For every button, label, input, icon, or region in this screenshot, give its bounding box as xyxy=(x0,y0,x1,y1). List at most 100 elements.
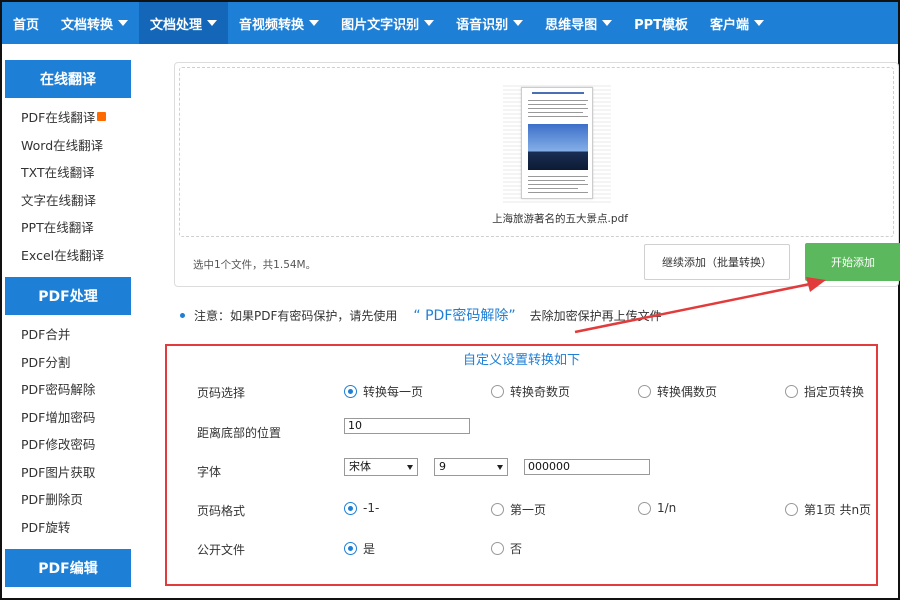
radio-label: 转换偶数页 xyxy=(657,385,718,399)
radio-label: 1/n xyxy=(657,501,677,515)
radio-unchecked-icon xyxy=(785,385,798,398)
sidebar-section-pdf[interactable]: PDF处理 xyxy=(5,277,131,315)
public-file-label: 公开文件 xyxy=(197,543,246,557)
sidebar-list-pdf: PDF合并 PDF分割 PDF密码解除 PDF增加密码 PDF修改密码 PDF图… xyxy=(5,315,131,549)
preview-text-line xyxy=(528,192,588,193)
chevron-down-icon xyxy=(207,20,218,26)
hot-badge-icon xyxy=(97,112,107,121)
radio-unchecked-icon xyxy=(491,385,504,398)
sidebar-item-pdf-rotate[interactable]: PDF旋转 xyxy=(21,514,131,542)
file-thumbnail[interactable] xyxy=(503,83,611,203)
sidebar-section-translate[interactable]: 在线翻译 xyxy=(5,60,131,98)
font-color-input[interactable]: 000000 xyxy=(524,459,650,475)
preview-text-line xyxy=(528,100,588,101)
sidebar-item-ppt-translate[interactable]: PPT在线翻译 xyxy=(21,214,131,242)
file-drop-area[interactable]: 上海旅游著名的五大景点.pdf xyxy=(179,67,894,237)
nav-doc-convert-label: 文档转换 xyxy=(61,17,114,33)
radio-checked-icon xyxy=(344,542,357,555)
dropdown-arrow-icon xyxy=(407,465,413,470)
radio-public-no[interactable]: 否 xyxy=(491,540,522,557)
radio-label: 是 xyxy=(363,542,376,556)
sidebar-item-pdf-split[interactable]: PDF分割 xyxy=(21,349,131,377)
font-size-select[interactable]: 9 xyxy=(434,458,508,476)
sidebar: 在线翻译 PDF在线翻译 Word在线翻译 TXT在线翻译 文字在线翻译 PPT… xyxy=(5,60,131,587)
nav-home-label: 首页 xyxy=(13,17,40,33)
preview-text-line xyxy=(528,104,586,105)
top-navigation: 首页 文档转换 文档处理 音视频转换 图片文字识别 语音识别 思维导图 PPT模… xyxy=(2,2,898,44)
preview-text-line xyxy=(528,184,588,185)
upload-box: 上海旅游著名的五大景点.pdf 选中1个文件，共1.54M。 继续添加（批量转换… xyxy=(174,62,900,287)
nav-client-label: 客户端 xyxy=(710,17,750,33)
bullet-icon xyxy=(180,313,185,318)
sidebar-list-translate: PDF在线翻译 Word在线翻译 TXT在线翻译 文字在线翻译 PPT在线翻译 … xyxy=(5,98,131,277)
radio-public-yes[interactable]: 是 xyxy=(344,540,375,557)
settings-title: 自定义设置转换如下 xyxy=(462,353,580,368)
font-family-select[interactable]: 宋体 xyxy=(344,458,418,476)
radio-unchecked-icon xyxy=(785,503,798,516)
sidebar-item-pdf-delete-page[interactable]: PDF删除页 xyxy=(21,486,131,514)
sidebar-item-pdf-translate[interactable]: PDF在线翻译 xyxy=(21,104,131,132)
radio-label: 指定页转换 xyxy=(804,385,865,399)
dropdown-arrow-icon xyxy=(497,465,503,470)
nav-home[interactable]: 首页 xyxy=(2,2,50,44)
start-add-button[interactable]: 开始添加 xyxy=(805,243,900,281)
sidebar-section-pdf-edit[interactable]: PDF编辑 xyxy=(5,549,131,587)
settings-panel: 自定义设置转换如下 页码选择 转换每一页 转换奇数页 转换偶数页 指定页转换 距… xyxy=(165,344,878,586)
radio-checked-icon xyxy=(344,385,357,398)
page-select-label: 页码选择 xyxy=(197,386,246,400)
preview-title-bar xyxy=(532,92,584,94)
preview-city-photo xyxy=(528,124,588,170)
nav-mindmap[interactable]: 思维导图 xyxy=(534,2,623,44)
nav-av-convert[interactable]: 音视频转换 xyxy=(228,2,330,44)
note-prefix: 注意：如果PDF有密码保护，请先使用 xyxy=(194,309,398,323)
nav-ppt-template-label: PPT模板 xyxy=(634,17,689,33)
radio-label: 转换每一页 xyxy=(363,385,424,399)
preview-text-line xyxy=(528,180,585,181)
sidebar-item-pdf-change-password[interactable]: PDF修改密码 xyxy=(21,431,131,459)
radio-format-page-of-total[interactable]: 第1页 共n页 xyxy=(785,501,871,518)
preview-text-line xyxy=(528,176,588,177)
radio-convert-even-pages[interactable]: 转换偶数页 xyxy=(638,383,717,400)
sidebar-item-pdf-unlock[interactable]: PDF密码解除 xyxy=(21,376,131,404)
radio-checked-icon xyxy=(344,501,357,515)
sidebar-item-text-translate[interactable]: 文字在线翻译 xyxy=(21,187,131,215)
font-label: 字体 xyxy=(197,465,222,479)
pdf-page-preview xyxy=(521,87,593,199)
chevron-down-icon xyxy=(754,20,765,26)
radio-label: 第一页 xyxy=(510,503,547,517)
nav-ocr-label: 图片文字识别 xyxy=(341,17,420,33)
radio-format-chinese[interactable]: 第一页 xyxy=(491,501,546,518)
sidebar-item-pdf-merge[interactable]: PDF合并 xyxy=(21,321,131,349)
chevron-down-icon xyxy=(118,20,129,26)
nav-speech[interactable]: 语音识别 xyxy=(445,2,534,44)
password-note: 注意：如果PDF有密码保护，请先使用 “ PDF密码解除” 去除加密保护再上传文件 xyxy=(180,305,662,325)
sidebar-item-txt-translate[interactable]: TXT在线翻译 xyxy=(21,159,131,187)
nav-ocr[interactable]: 图片文字识别 xyxy=(330,2,445,44)
nav-client[interactable]: 客户端 xyxy=(699,2,775,44)
radio-convert-every-page[interactable]: 转换每一页 xyxy=(344,383,423,400)
nav-doc-process[interactable]: 文档处理 xyxy=(139,2,229,44)
pdf-unlock-link[interactable]: “ PDF密码解除” xyxy=(413,308,515,324)
radio-format-dash[interactable]: -1- xyxy=(344,501,379,515)
nav-doc-convert[interactable]: 文档转换 xyxy=(50,2,139,44)
sidebar-item-pdf-extract-images[interactable]: PDF图片获取 xyxy=(21,459,131,487)
nav-doc-process-label: 文档处理 xyxy=(150,17,203,33)
sidebar-item-excel-translate[interactable]: Excel在线翻译 xyxy=(21,242,131,270)
nav-ppt-template[interactable]: PPT模板 xyxy=(623,2,699,44)
font-size-value: 9 xyxy=(439,460,446,473)
radio-specified-pages[interactable]: 指定页转换 xyxy=(785,383,864,400)
nav-speech-label: 语音识别 xyxy=(456,17,509,33)
radio-convert-odd-pages[interactable]: 转换奇数页 xyxy=(491,383,570,400)
bottom-position-input[interactable]: 10 xyxy=(344,418,470,434)
page-format-label: 页码格式 xyxy=(197,504,246,518)
continue-add-button[interactable]: 继续添加（批量转换） xyxy=(644,244,790,280)
radio-label: 第1页 共n页 xyxy=(804,503,872,517)
radio-format-fraction[interactable]: 1/n xyxy=(638,501,676,515)
preview-text-line xyxy=(528,116,588,117)
sidebar-item-word-translate[interactable]: Word在线翻译 xyxy=(21,132,131,160)
nav-av-convert-label: 音视频转换 xyxy=(239,17,305,33)
radio-label: 转换奇数页 xyxy=(510,385,571,399)
sidebar-item-pdf-add-password[interactable]: PDF增加密码 xyxy=(21,404,131,432)
preview-text-line xyxy=(528,108,588,109)
radio-unchecked-icon xyxy=(638,385,651,398)
